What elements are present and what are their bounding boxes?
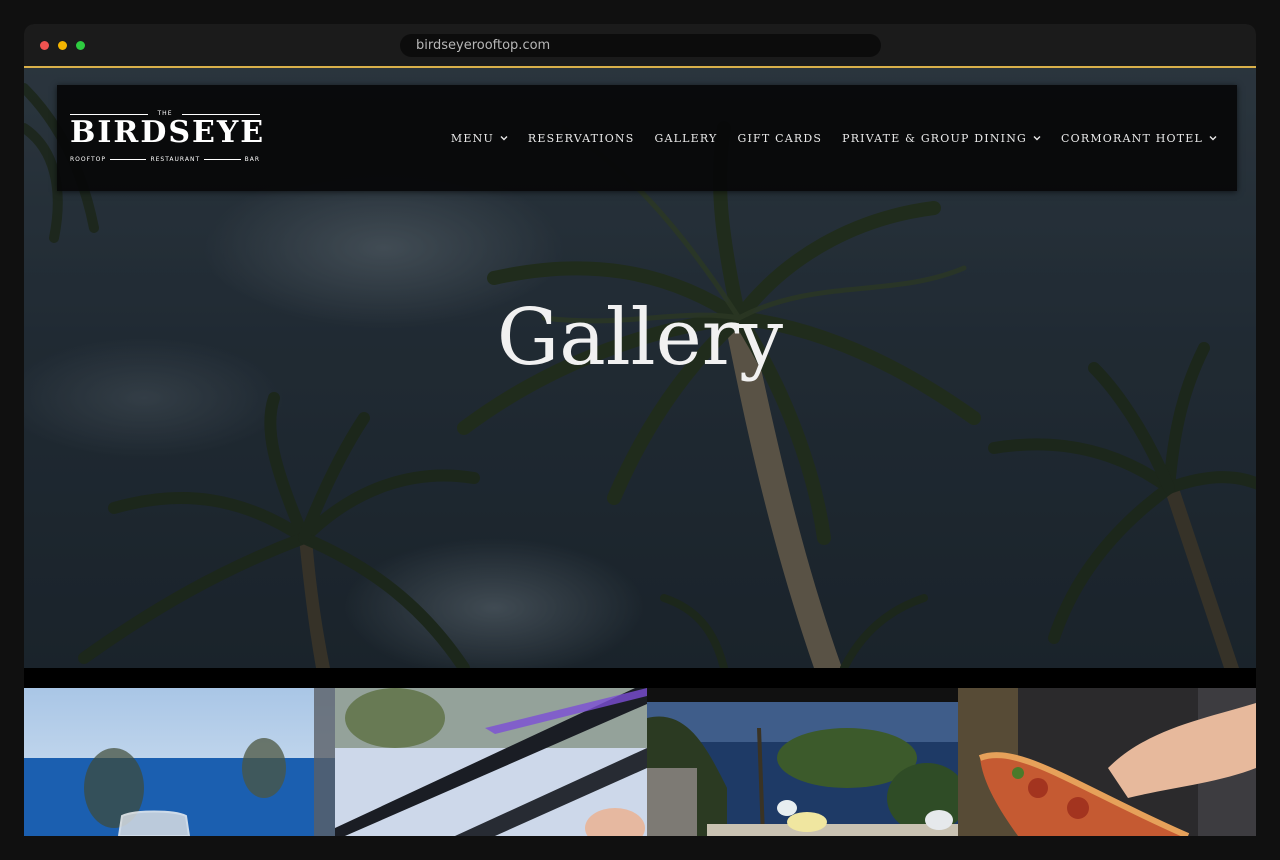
chevron-down-icon xyxy=(1033,136,1041,141)
address-bar[interactable]: birdseyerooftop.com xyxy=(400,34,881,57)
rooftop-railing-image xyxy=(335,688,647,836)
maximize-window-icon[interactable] xyxy=(76,41,85,50)
logo-sub-rooftop: ROOFTOP xyxy=(70,155,106,163)
birdseye-logo[interactable]: THE BIRDSEYE ROOFTOP RESTAURANT BAR xyxy=(70,110,266,166)
wine-glass-ocean-image xyxy=(24,688,335,836)
nav-item-gift-cards[interactable]: GIFT CARDS xyxy=(737,132,822,145)
minimize-window-icon[interactable] xyxy=(58,41,67,50)
close-window-icon[interactable] xyxy=(40,41,49,50)
browser-chrome: birdseyerooftop.com xyxy=(24,24,1256,68)
nav-item-private-group-dining[interactable]: PRIVATE & GROUP DINING xyxy=(842,132,1041,145)
nav-item-cormorant-hotel[interactable]: CORMORANT HOTEL xyxy=(1061,132,1217,145)
pizza-slice-image xyxy=(958,688,1256,836)
nav-item-gallery[interactable]: GALLERY xyxy=(655,132,718,145)
nav-item-menu[interactable]: MENU xyxy=(451,132,508,145)
browser-window: birdseyerooftop.com THE BIRDSEYE ROOFTOP… xyxy=(24,24,1256,836)
logo-sub-bar: BAR xyxy=(244,155,261,163)
gallery-grid xyxy=(24,688,1256,836)
hero-section: THE BIRDSEYE ROOFTOP RESTAURANT BAR MENU… xyxy=(24,68,1256,668)
chevron-down-icon xyxy=(500,136,508,141)
logo-subline: ROOFTOP RESTAURANT BAR xyxy=(70,154,260,164)
logo-wordmark: BIRDSEYE xyxy=(70,115,266,150)
gallery-thumb-pizza-slice[interactable] xyxy=(958,688,1256,836)
main-nav: MENU RESERVATIONS GALLERY GIFT CARDS PRI… xyxy=(431,129,1217,147)
gallery-thumb-glass-railing[interactable] xyxy=(335,688,647,836)
gallery-thumb-wine-glass[interactable] xyxy=(24,688,335,836)
gallery-thumb-ocean-palm-table[interactable] xyxy=(647,688,958,836)
chevron-down-icon xyxy=(1209,136,1217,141)
logo-sub-restaurant: RESTAURANT xyxy=(150,155,201,163)
site-header: THE BIRDSEYE ROOFTOP RESTAURANT BAR MENU… xyxy=(57,85,1237,191)
page-title: Gallery xyxy=(496,293,784,383)
nav-item-reservations[interactable]: RESERVATIONS xyxy=(528,132,635,145)
ocean-table-image xyxy=(647,688,958,836)
